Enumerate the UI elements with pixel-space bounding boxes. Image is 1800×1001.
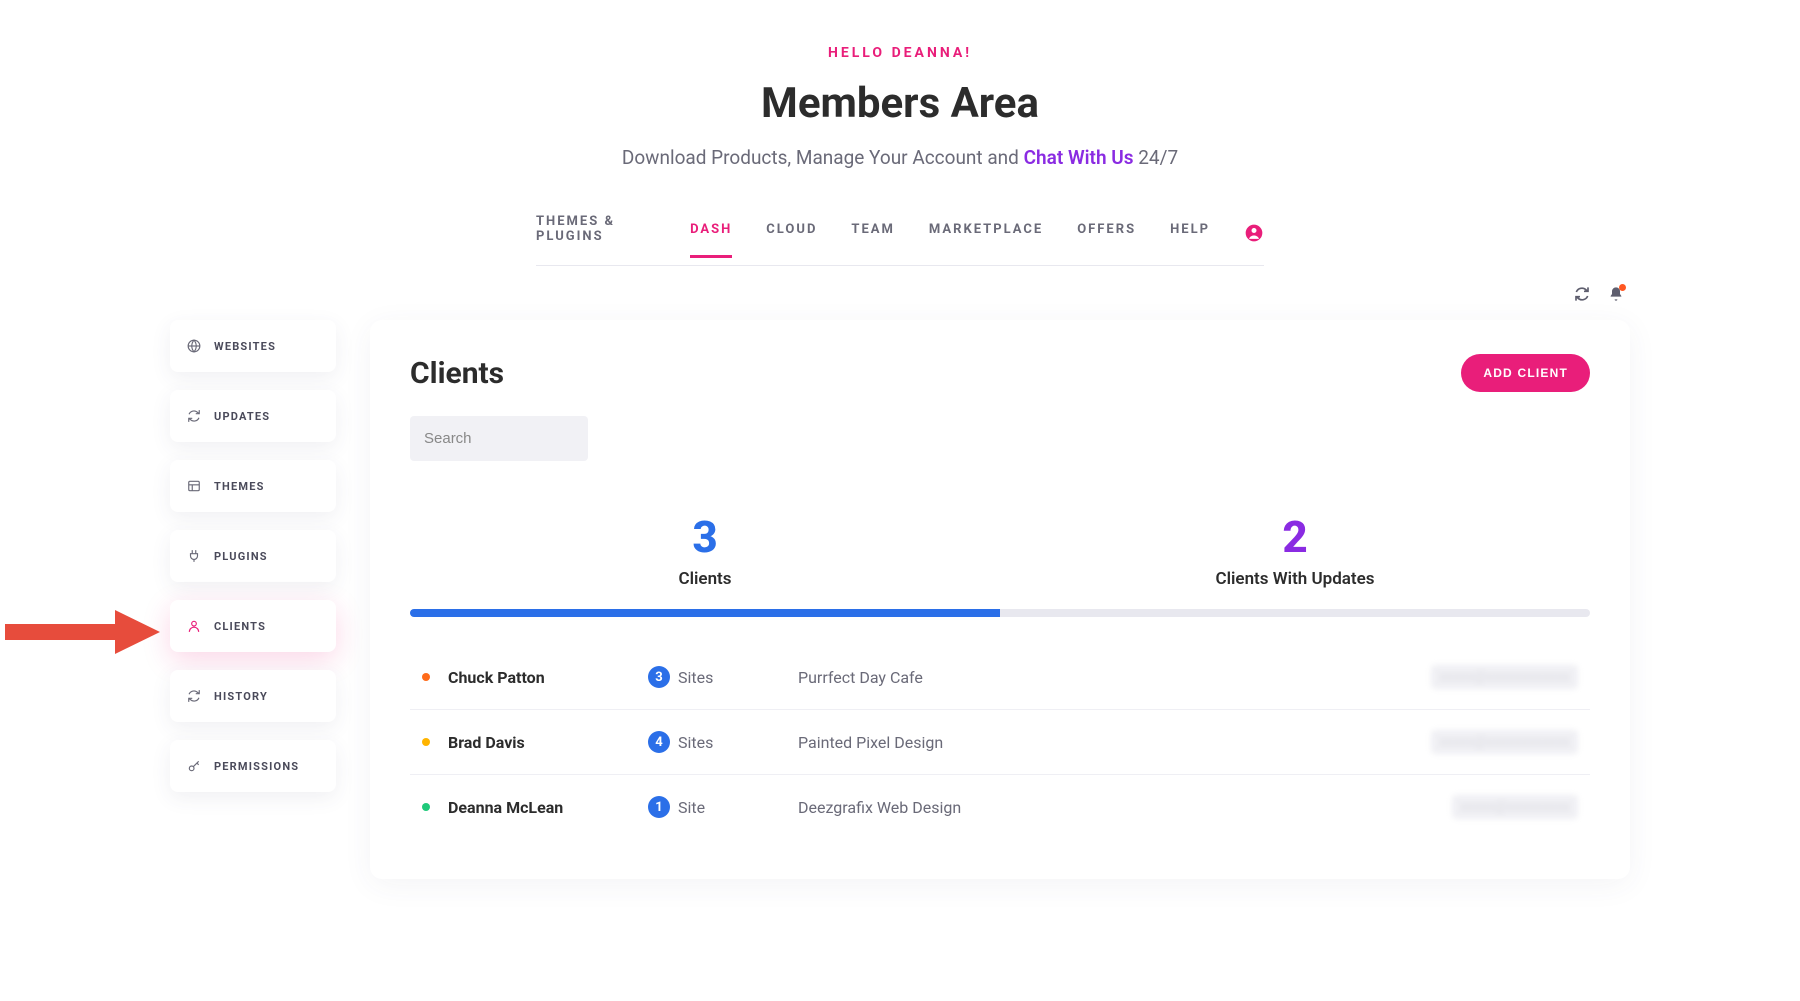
sites-word: Sites [678, 733, 713, 752]
greeting-text: HELLO DEANNA! [170, 45, 1630, 61]
stat-clients[interactable]: 3 Clients [410, 511, 1000, 589]
stat-value: 3 [410, 511, 1000, 563]
layout-icon [186, 478, 202, 494]
page-title: Members Area [170, 79, 1630, 128]
sidebar-item-label: CLIENTS [214, 620, 266, 633]
account-icon[interactable] [1244, 223, 1264, 257]
chat-with-us-link[interactable]: Chat With Us [1024, 146, 1134, 169]
main-panel: Clients ADD CLIENT 3 Clients 2 Clients W… [370, 320, 1630, 879]
client-email-redacted: xxxxx@xxxxxxxxx [1378, 795, 1578, 819]
search-input[interactable] [410, 416, 588, 461]
sites-count-badge: 1 [648, 796, 670, 818]
sidebar-item-clients[interactable]: CLIENTS [170, 600, 336, 652]
sidebar-item-websites[interactable]: WEBSITES [170, 320, 336, 372]
key-icon [186, 758, 202, 774]
stat-label: Clients [410, 569, 1000, 589]
client-email-redacted: xxxxx@xxxxxxxxxxxx [1378, 665, 1578, 689]
arrow-annotation [5, 606, 160, 656]
stat-label: Clients With Updates [1000, 569, 1590, 589]
sidebar-item-plugins[interactable]: PLUGINS [170, 530, 336, 582]
sidebar-item-label: HISTORY [214, 690, 268, 703]
stat-clients-with-updates[interactable]: 2 Clients With Updates [1000, 511, 1590, 589]
client-name: Deanna McLean [448, 798, 648, 817]
sidebar: WEBSITES UPDATES THEMES PLUGINS [170, 320, 336, 879]
sites-count-badge: 3 [648, 666, 670, 688]
client-name: Brad Davis [448, 733, 648, 752]
status-dot [422, 803, 430, 811]
stat-value: 2 [1000, 511, 1590, 563]
refresh-icon [186, 408, 202, 424]
stats-bar-active [410, 609, 1000, 617]
sidebar-item-themes[interactable]: THEMES [170, 460, 336, 512]
client-row[interactable]: Chuck Patton 3 Sites Purrfect Day Cafe x… [410, 645, 1590, 710]
nav-help[interactable]: HELP [1170, 222, 1210, 258]
sites-word: Sites [678, 668, 713, 687]
nav-offers[interactable]: OFFERS [1077, 222, 1136, 258]
nav-themes-plugins[interactable]: THEMES & PLUGINS [536, 214, 656, 265]
client-email-redacted: xxxxx@xxxxxxxxxxxx [1378, 730, 1578, 754]
sites-count-badge: 4 [648, 731, 670, 753]
status-dot [422, 673, 430, 681]
user-icon [186, 618, 202, 634]
top-nav: THEMES & PLUGINS DASH CLOUD TEAM MARKETP… [536, 214, 1264, 266]
client-sites: 3 Sites [648, 666, 798, 688]
client-list: Chuck Patton 3 Sites Purrfect Day Cafe x… [410, 645, 1590, 839]
status-dot [422, 738, 430, 746]
plug-icon [186, 548, 202, 564]
sidebar-item-updates[interactable]: UPDATES [170, 390, 336, 442]
refresh-icon[interactable] [1574, 286, 1590, 302]
sidebar-item-permissions[interactable]: PERMISSIONS [170, 740, 336, 792]
nav-team[interactable]: TEAM [851, 222, 894, 258]
page-header: HELLO DEANNA! Members Area Download Prod… [170, 45, 1630, 169]
stats-bar [410, 609, 1590, 617]
subtitle-suffix: 24/7 [1134, 146, 1179, 169]
sidebar-item-label: WEBSITES [214, 340, 276, 353]
sidebar-item-label: PERMISSIONS [214, 760, 299, 773]
nav-cloud[interactable]: CLOUD [766, 222, 817, 258]
sidebar-item-history[interactable]: HISTORY [170, 670, 336, 722]
client-name: Chuck Patton [448, 668, 648, 687]
refresh-icon [186, 688, 202, 704]
stats-bar-inactive [1000, 609, 1590, 617]
sidebar-item-label: UPDATES [214, 410, 270, 423]
sidebar-item-label: PLUGINS [214, 550, 268, 563]
notification-dot [1619, 284, 1626, 291]
add-client-button[interactable]: ADD CLIENT [1461, 354, 1590, 392]
stats-row: 3 Clients 2 Clients With Updates [410, 511, 1590, 589]
client-sites: 1 Site [648, 796, 798, 818]
client-company: Purrfect Day Cafe [798, 668, 1378, 687]
sites-word: Site [678, 798, 705, 817]
client-sites: 4 Sites [648, 731, 798, 753]
client-row[interactable]: Brad Davis 4 Sites Painted Pixel Design … [410, 710, 1590, 775]
sidebar-item-label: THEMES [214, 480, 265, 493]
page-subtitle: Download Products, Manage Your Account a… [170, 146, 1630, 169]
globe-icon [186, 338, 202, 354]
client-company: Deezgrafix Web Design [798, 798, 1378, 817]
subtitle-prefix: Download Products, Manage Your Account a… [622, 146, 1024, 169]
notifications-icon[interactable] [1608, 286, 1624, 302]
client-row[interactable]: Deanna McLean 1 Site Deezgrafix Web Desi… [410, 775, 1590, 839]
nav-dash[interactable]: DASH [690, 222, 732, 258]
client-company: Painted Pixel Design [798, 733, 1378, 752]
panel-title: Clients [410, 356, 504, 391]
utility-bar [170, 266, 1630, 302]
nav-marketplace[interactable]: MARKETPLACE [929, 222, 1043, 258]
